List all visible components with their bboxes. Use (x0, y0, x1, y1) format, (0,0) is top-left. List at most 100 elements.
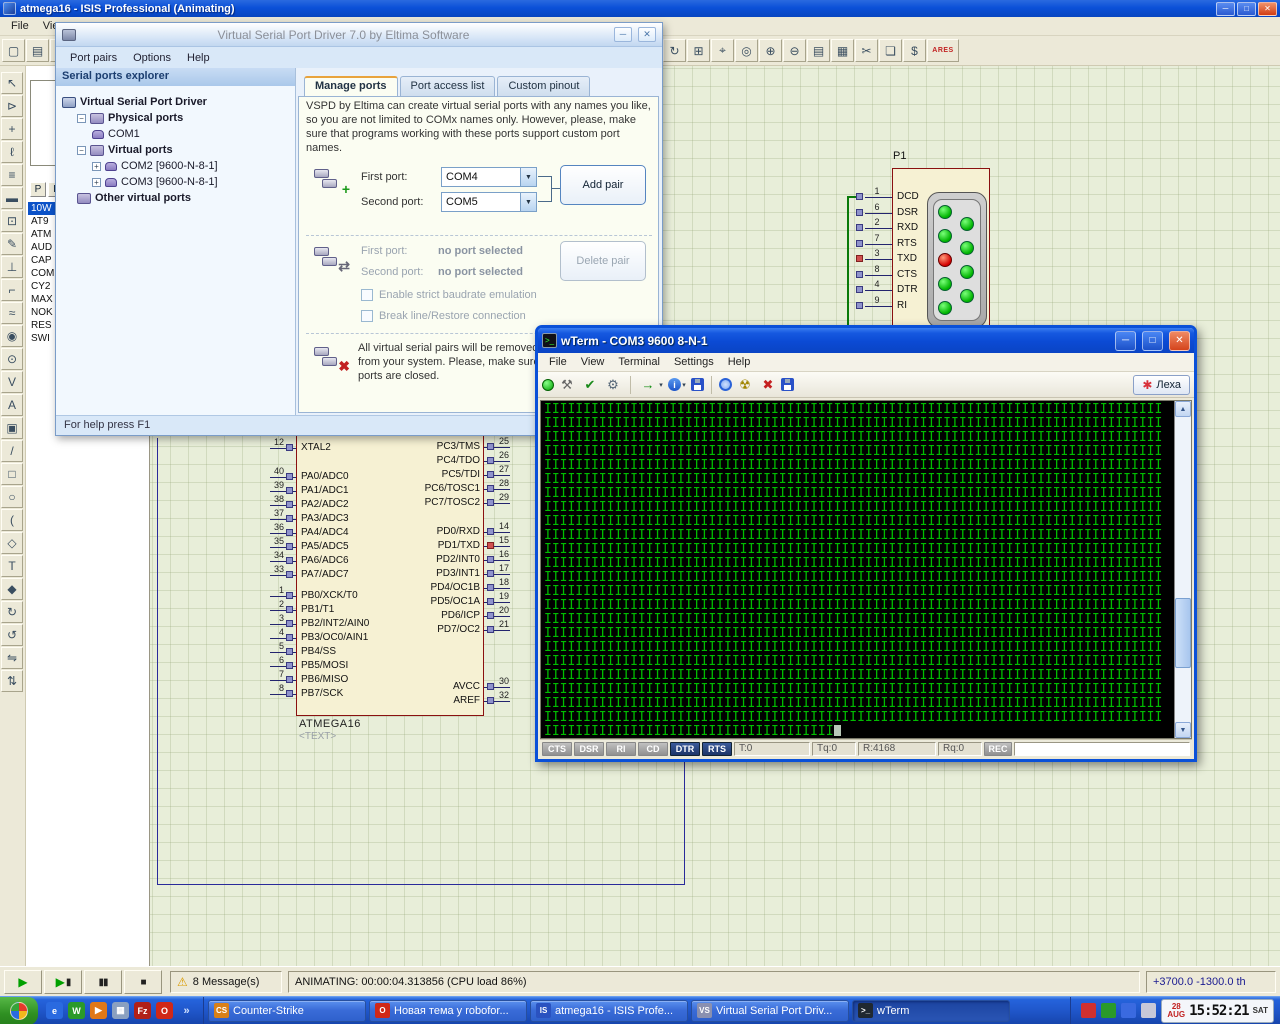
pin-label: PC4/TDO (380, 455, 480, 466)
delete-pair-button[interactable]: Delete pair (560, 241, 646, 281)
tree-item-other-virtual-ports[interactable]: Other virtual ports (58, 190, 293, 206)
wterm-menu-item-file[interactable]: File (542, 354, 574, 370)
tree-expander[interactable]: − (77, 114, 86, 123)
terminal-line: IIIIIIIIIIIIIIIIIIIIIIIIIIIIIIIIIIIIIIII… (544, 571, 1172, 585)
dropdown-arrow-icon[interactable]: ▼ (520, 168, 536, 186)
pin-number: 3 (262, 613, 284, 623)
terminal-line: IIIIIIIIIIIIIIIIIIIIIIIIIIIIIIIIIIIII (544, 725, 1172, 736)
signal-rts[interactable]: RTS (702, 742, 732, 756)
first-port-label: First port: (361, 171, 407, 183)
pin-state-indicator (286, 571, 293, 578)
minimize-button[interactable]: ─ (1115, 331, 1136, 351)
signal-dtr[interactable]: DTR (670, 742, 700, 756)
tree-item-com2-9600-n-8-1[interactable]: +COM2 [9600-N-8-1] (58, 158, 293, 174)
wterm-menu-item-settings[interactable]: Settings (667, 354, 721, 370)
opera-icon[interactable]: O (156, 1002, 173, 1019)
close-button[interactable]: ✕ (638, 27, 656, 42)
terminal-line: IIIIIIIIIIIIIIIIIIIIIIIIIIIIIIIIIIIIIIII… (544, 585, 1172, 599)
tree-expander[interactable]: − (77, 146, 86, 155)
scroll-down-button[interactable]: ▼ (1175, 722, 1191, 738)
tab-custom-pinout[interactable]: Custom pinout (497, 76, 590, 96)
wterm-menu-item-view[interactable]: View (574, 354, 612, 370)
signal-cts[interactable]: CTS (542, 742, 572, 756)
webmoney-tray-icon[interactable] (1101, 1003, 1116, 1018)
second-port-select[interactable]: COM5 ▼ (441, 192, 537, 212)
maximize-button[interactable]: □ (1142, 331, 1163, 351)
record-button[interactable]: REC (984, 742, 1012, 756)
tab-manage-ports[interactable]: Manage ports (304, 76, 398, 96)
vspd-menu-item-help[interactable]: Help (179, 50, 218, 66)
quick-launch-overflow[interactable]: » (178, 1002, 195, 1019)
task-button-atmega16-isis-profe[interactable]: ISatmega16 - ISIS Profe... (530, 1000, 688, 1022)
ports-tree: Virtual Serial Port Driver−Physical port… (56, 86, 295, 214)
webmoney-icon[interactable]: W (68, 1002, 85, 1019)
minimize-button[interactable]: ─ (614, 27, 632, 42)
pin-number: 12 (262, 437, 284, 447)
terminal-screen[interactable]: IIIIIIIIIIIIIIIIIIIIIIIIIIIIIIIIIIIIIIII… (540, 400, 1192, 739)
network-icon[interactable] (1121, 1003, 1136, 1018)
capture-save-icon[interactable] (691, 378, 704, 391)
task-button-wterm[interactable]: >_wTerm (852, 1000, 1010, 1022)
wterm-menu-item-help[interactable]: Help (721, 354, 758, 370)
break-line-checkbox[interactable]: Break line/Restore connection (361, 310, 526, 322)
pin-label: XTAL2 (301, 442, 331, 453)
task-button-counter-strike[interactable]: CSCounter-Strike (208, 1000, 366, 1022)
task-label: Counter-Strike (233, 1005, 304, 1017)
volume-icon[interactable] (1141, 1003, 1156, 1018)
tree-item-virtual-serial-port-driver[interactable]: Virtual Serial Port Driver (58, 94, 293, 110)
pin-label: CTS (897, 269, 917, 280)
pin-number: 33 (262, 564, 284, 574)
pin-stub (865, 275, 892, 276)
connect-icon[interactable] (542, 379, 554, 391)
radiation-icon[interactable]: ☢ (735, 375, 755, 395)
task-button-virtual-serial-port-driv[interactable]: VSVirtual Serial Port Driv... (691, 1000, 849, 1022)
port-setup-icon[interactable]: ⚒ (557, 375, 577, 395)
tab-port-access-list[interactable]: Port access list (400, 76, 496, 96)
pin-state-indicator (487, 471, 494, 478)
tree-item-com1[interactable]: COM1 (58, 126, 293, 142)
signal-ri[interactable]: RI (606, 742, 636, 756)
media-player-icon[interactable]: ▶ (90, 1002, 107, 1019)
tree-expander[interactable]: + (92, 178, 101, 187)
wterm-menu-item-terminal[interactable]: Terminal (611, 354, 667, 370)
task-button-новая-тема-у-robofor[interactable]: OНовая тема у robofor... (369, 1000, 527, 1022)
tree-expander[interactable]: + (92, 162, 101, 171)
send-icon[interactable]: → (638, 375, 658, 395)
first-port-select[interactable]: COM4 ▼ (441, 167, 537, 187)
scroll-up-button[interactable]: ▲ (1175, 401, 1191, 417)
apply-icon[interactable]: ✔ (580, 375, 600, 395)
web-icon[interactable] (719, 378, 732, 391)
start-button[interactable] (0, 997, 38, 1024)
custom-macro-button[interactable]: ✱ Леха (1133, 375, 1190, 395)
terminal-scrollbar[interactable]: ▲ ▼ (1174, 401, 1191, 738)
vspd-menu-item-port-pairs[interactable]: Port pairs (62, 50, 125, 66)
browser-icon[interactable]: e (46, 1002, 63, 1019)
signal-cd[interactable]: CD (638, 742, 668, 756)
pin-label: PD2/INT0 (380, 554, 480, 565)
clock[interactable]: 28 AUG 15:52:21 SAT (1161, 999, 1274, 1023)
close-button[interactable]: ✕ (1169, 331, 1190, 351)
signal-dsr[interactable]: DSR (574, 742, 604, 756)
vspd-menu-item-options[interactable]: Options (125, 50, 179, 66)
add-pair-button[interactable]: Add pair (560, 165, 646, 205)
show-desktop-icon[interactable]: ▦ (112, 1002, 129, 1019)
clear-icon[interactable]: ✖ (758, 375, 778, 395)
tree-item-virtual-ports[interactable]: −Virtual ports (58, 142, 293, 158)
filezilla-icon[interactable]: Fz (134, 1002, 151, 1019)
tree-item-com3-9600-n-8-1[interactable]: +COM3 [9600-N-8-1] (58, 174, 293, 190)
settings-gear-icon[interactable]: ⚙ (603, 375, 623, 395)
tree-item-physical-ports[interactable]: −Physical ports (58, 110, 293, 126)
pin-label: PD3/INT1 (380, 568, 480, 579)
checkbox-box[interactable] (361, 310, 373, 322)
send-dropdown-icon[interactable]: ▾ (657, 375, 665, 395)
save-log-icon[interactable] (781, 378, 794, 391)
vspd-app-icon (62, 29, 76, 41)
strict-baudrate-checkbox[interactable]: Enable strict baudrate emulation (361, 289, 537, 301)
dropdown-arrow-icon[interactable]: ▼ (520, 193, 536, 211)
antivirus-icon[interactable] (1081, 1003, 1096, 1018)
pin-label: AVCC (380, 681, 480, 692)
info-dropdown-icon[interactable]: ▾ (680, 375, 688, 395)
terminal-line: IIIIIIIIIIIIIIIIIIIIIIIIIIIIIIIIIIIIIIII… (544, 417, 1172, 431)
scrollbar-thumb[interactable] (1175, 598, 1191, 668)
checkbox-box[interactable] (361, 289, 373, 301)
